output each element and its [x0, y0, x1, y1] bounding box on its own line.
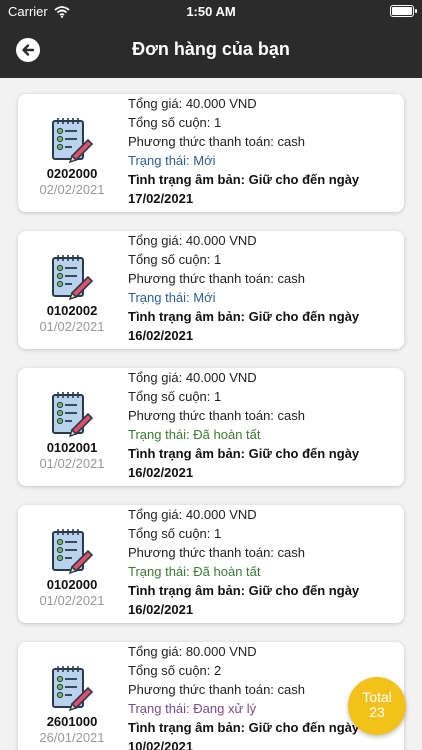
status-bar: Carrier 1:50 AM: [0, 0, 422, 24]
order-code: 0102000: [46, 577, 98, 592]
film-status: Tình trạng âm bản: Giữ cho đến ngày: [128, 172, 360, 187]
order-card[interactable]: 0202000 02/02/2021 Tổng giá: 40.000 VND …: [18, 94, 404, 212]
order-total: Tổng giá: 40.000 VND: [128, 233, 257, 248]
order-summary: 0102002 01/02/2021: [18, 231, 126, 349]
order-rolls: Tổng số cuộn: 2: [128, 663, 222, 678]
battery-icon: [390, 5, 417, 17]
order-card[interactable]: 2601000 26/01/2021 Tổng giá: 80.000 VND …: [18, 642, 404, 750]
order-status: Trạng thái: Đã hoàn tất: [128, 427, 261, 442]
order-code: 0102001: [46, 440, 98, 455]
nav-bar: Đơn hàng của bạn: [0, 30, 422, 70]
order-payment: Phương thức thanh toán: cash: [128, 271, 305, 286]
order-total: Tổng giá: 40.000 VND: [128, 96, 257, 111]
film-status: Tình trạng âm bản: Giữ cho đến ngày: [128, 583, 360, 598]
order-total: Tổng giá: 40.000 VND: [128, 507, 257, 522]
film-status: Tình trạng âm bản: Giữ cho đến ngày: [128, 446, 360, 461]
order-date: 01/02/2021: [39, 593, 105, 608]
order-rolls: Tổng số cuộn: 1: [128, 115, 222, 130]
order-date: 01/02/2021: [39, 319, 105, 334]
order-rolls: Tổng số cuộn: 1: [128, 526, 222, 541]
order-list[interactable]: 0202000 02/02/2021 Tổng giá: 40.000 VND …: [0, 78, 422, 750]
film-hold-date: 10/02/2021: [128, 739, 194, 750]
checklist-notepad-icon: [52, 666, 94, 712]
order-details: Tổng giá: 40.000 VND Tổng số cuộn: 1 Phư…: [128, 231, 402, 345]
order-date: 02/02/2021: [39, 182, 105, 197]
order-summary: 0202000 02/02/2021: [18, 94, 126, 212]
film-hold-date: 16/02/2021: [128, 465, 194, 480]
total-label: Total: [362, 689, 392, 705]
order-payment: Phương thức thanh toán: cash: [128, 134, 305, 149]
order-details: Tổng giá: 40.000 VND Tổng số cuộn: 1 Phư…: [128, 94, 402, 208]
order-status: Trạng thái: Mới: [128, 290, 216, 305]
order-status: Trạng thái: Đã hoàn tất: [128, 564, 261, 579]
order-code: 0202000: [46, 166, 98, 181]
order-details: Tổng giá: 40.000 VND Tổng số cuộn: 1 Phư…: [128, 368, 402, 482]
order-date: 01/02/2021: [39, 456, 105, 471]
order-status: Trạng thái: Mới: [128, 153, 216, 168]
film-hold-date: 16/02/2021: [128, 328, 194, 343]
checklist-notepad-icon: [52, 392, 94, 438]
order-total: Tổng giá: 80.000 VND: [128, 644, 257, 659]
order-total: Tổng giá: 40.000 VND: [128, 370, 257, 385]
total-count: 23: [369, 704, 385, 720]
order-code: 0102002: [46, 303, 98, 318]
status-time: 1:50 AM: [186, 4, 236, 19]
order-card[interactable]: 0102000 01/02/2021 Tổng giá: 40.000 VND …: [18, 505, 404, 623]
total-orders-button[interactable]: Total 23: [348, 677, 406, 735]
page-title: Đơn hàng của bạn: [132, 39, 290, 59]
film-status: Tình trạng âm bản: Giữ cho đến ngày: [128, 309, 360, 324]
order-payment: Phương thức thanh toán: cash: [128, 545, 305, 560]
order-code: 2601000: [46, 714, 98, 729]
order-summary: 2601000 26/01/2021: [18, 642, 126, 750]
film-hold-date: 16/02/2021: [128, 602, 194, 617]
film-hold-date: 17/02/2021: [128, 191, 194, 206]
order-card[interactable]: 0102001 01/02/2021 Tổng giá: 40.000 VND …: [18, 368, 404, 486]
order-summary: 0102001 01/02/2021: [18, 368, 126, 486]
app-header: Carrier 1:50 AM Đơn hàng của bạn: [0, 0, 422, 78]
checklist-notepad-icon: [52, 529, 94, 575]
checklist-notepad-icon: [52, 255, 94, 301]
checklist-notepad-icon: [52, 118, 94, 164]
order-summary: 0102000 01/02/2021: [18, 505, 126, 623]
order-rolls: Tổng số cuộn: 1: [128, 389, 222, 404]
order-rolls: Tổng số cuộn: 1: [128, 252, 222, 267]
order-card[interactable]: 0102002 01/02/2021 Tổng giá: 40.000 VND …: [18, 231, 404, 349]
order-payment: Phương thức thanh toán: cash: [128, 408, 305, 423]
order-date: 26/01/2021: [39, 730, 105, 745]
order-details: Tổng giá: 40.000 VND Tổng số cuộn: 1 Phư…: [128, 505, 402, 619]
